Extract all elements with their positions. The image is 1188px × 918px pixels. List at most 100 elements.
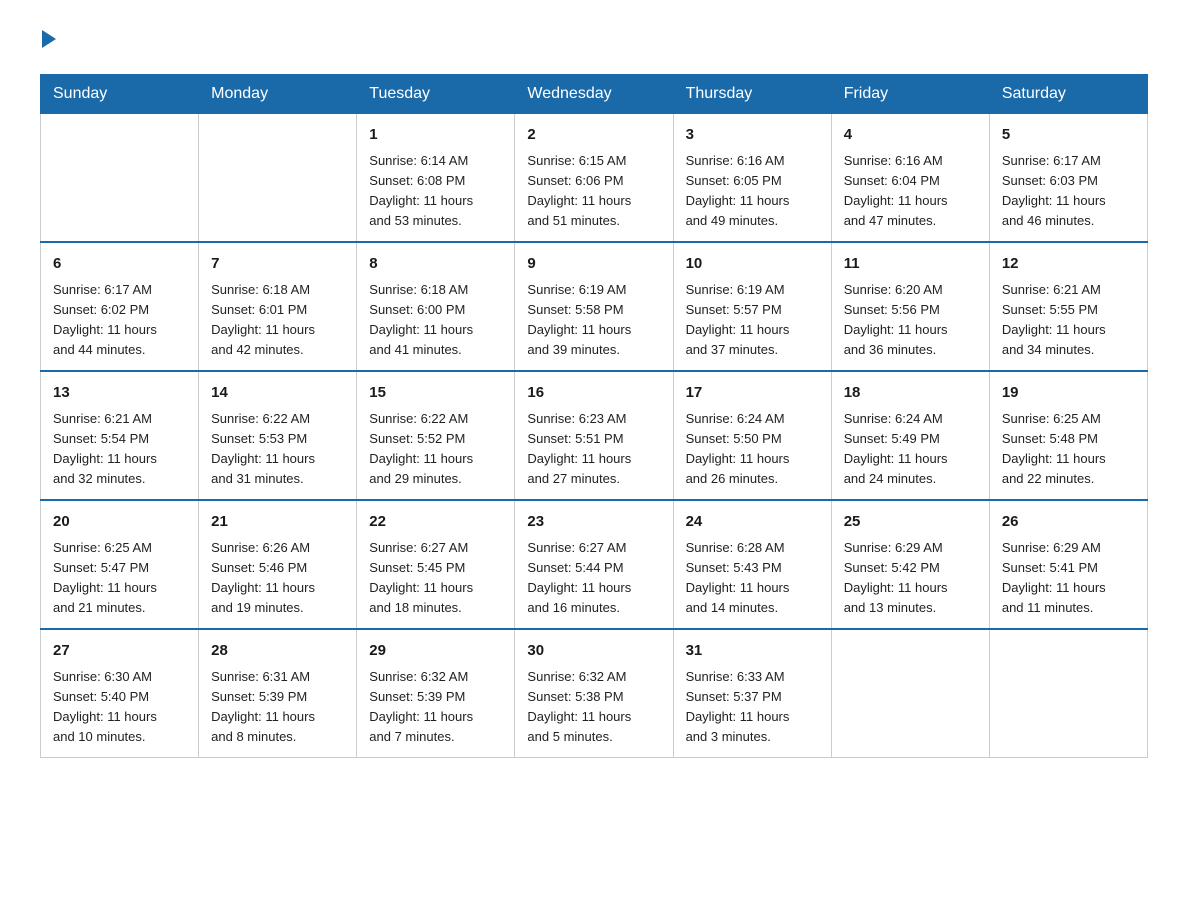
page-header — [40, 30, 1148, 54]
day-info: Sunrise: 6:16 AMSunset: 6:04 PMDaylight:… — [844, 151, 977, 232]
day-info: Sunrise: 6:31 AMSunset: 5:39 PMDaylight:… — [211, 667, 344, 748]
day-info: Sunrise: 6:27 AMSunset: 5:44 PMDaylight:… — [527, 538, 660, 619]
calendar-cell: 5Sunrise: 6:17 AMSunset: 6:03 PMDaylight… — [989, 114, 1147, 243]
calendar-cell: 13 Sunrise: 6:21 AMSunset: 5:54 PMDayligh… — [41, 371, 199, 500]
day-number: 3 — [686, 124, 819, 147]
logo-text — [40, 30, 56, 54]
week-row-1: 1 Sunrise: 6:14 AMSunset: 6:08 PMDaylight… — [41, 114, 1148, 243]
day-info: Sunrise: 6:27 AMSunset: 5:45 PMDaylight:… — [369, 538, 502, 619]
calendar-cell: 29 Sunrise: 6:32 AMSunset: 5:39 PMDayligh… — [357, 629, 515, 758]
day-number: 30 — [527, 640, 660, 663]
day-number: 28 — [211, 640, 344, 663]
day-number: 5 — [1002, 124, 1135, 147]
calendar-cell: 28 Sunrise: 6:31 AMSunset: 5:39 PMDayligh… — [199, 629, 357, 758]
day-number: 13 — [53, 382, 186, 405]
weekday-header-tuesday: Tuesday — [357, 75, 515, 114]
calendar-cell: 12 Sunrise: 6:21 AMSunset: 5:55 PMDayligh… — [989, 242, 1147, 371]
day-number: 11 — [844, 253, 977, 276]
weekday-header-sunday: Sunday — [41, 75, 199, 114]
weekday-header-saturday: Saturday — [989, 75, 1147, 114]
calendar-cell — [989, 629, 1147, 758]
calendar-cell: 22 Sunrise: 6:27 AMSunset: 5:45 PMDayligh… — [357, 500, 515, 629]
day-number: 6 — [53, 253, 186, 276]
calendar-cell: 19 Sunrise: 6:25 AMSunset: 5:48 PMDayligh… — [989, 371, 1147, 500]
day-info: Sunrise: 6:24 AMSunset: 5:49 PMDaylight:… — [844, 409, 977, 490]
calendar-cell: 24Sunrise: 6:28 AMSunset: 5:43 PMDayligh… — [673, 500, 831, 629]
weekday-header-thursday: Thursday — [673, 75, 831, 114]
calendar-cell: 17Sunrise: 6:24 AMSunset: 5:50 PMDayligh… — [673, 371, 831, 500]
logo-triangle-icon — [42, 30, 56, 48]
calendar-cell: 6 Sunrise: 6:17 AMSunset: 6:02 PMDaylight… — [41, 242, 199, 371]
week-row-2: 6 Sunrise: 6:17 AMSunset: 6:02 PMDaylight… — [41, 242, 1148, 371]
day-info: Sunrise: 6:14 AMSunset: 6:08 PMDaylight:… — [369, 151, 502, 232]
day-info: Sunrise: 6:16 AMSunset: 6:05 PMDaylight:… — [686, 151, 819, 232]
calendar-cell: 30 Sunrise: 6:32 AMSunset: 5:38 PMDayligh… — [515, 629, 673, 758]
day-info: Sunrise: 6:19 AMSunset: 5:58 PMDaylight:… — [527, 280, 660, 361]
day-info: Sunrise: 6:25 AMSunset: 5:47 PMDaylight:… — [53, 538, 186, 619]
calendar-cell: 16 Sunrise: 6:23 AMSunset: 5:51 PMDayligh… — [515, 371, 673, 500]
day-info: Sunrise: 6:18 AMSunset: 6:01 PMDaylight:… — [211, 280, 344, 361]
day-number: 21 — [211, 511, 344, 534]
day-number: 4 — [844, 124, 977, 147]
day-number: 18 — [844, 382, 977, 405]
day-number: 29 — [369, 640, 502, 663]
week-row-3: 13 Sunrise: 6:21 AMSunset: 5:54 PMDayligh… — [41, 371, 1148, 500]
day-number: 14 — [211, 382, 344, 405]
weekday-header-row: SundayMondayTuesdayWednesdayThursdayFrid… — [41, 75, 1148, 114]
day-number: 8 — [369, 253, 502, 276]
day-info: Sunrise: 6:22 AMSunset: 5:52 PMDaylight:… — [369, 409, 502, 490]
calendar-cell: 7 Sunrise: 6:18 AMSunset: 6:01 PMDaylight… — [199, 242, 357, 371]
calendar-cell: 3 Sunrise: 6:16 AMSunset: 6:05 PMDaylight… — [673, 114, 831, 243]
calendar-cell: 2 Sunrise: 6:15 AMSunset: 6:06 PMDaylight… — [515, 114, 673, 243]
day-info: Sunrise: 6:32 AMSunset: 5:38 PMDaylight:… — [527, 667, 660, 748]
calendar-table: SundayMondayTuesdayWednesdayThursdayFrid… — [40, 74, 1148, 758]
calendar-cell: 14Sunrise: 6:22 AMSunset: 5:53 PMDayligh… — [199, 371, 357, 500]
calendar-cell: 21 Sunrise: 6:26 AMSunset: 5:46 PMDayligh… — [199, 500, 357, 629]
weekday-header-friday: Friday — [831, 75, 989, 114]
day-info: Sunrise: 6:30 AMSunset: 5:40 PMDaylight:… — [53, 667, 186, 748]
calendar-cell — [199, 114, 357, 243]
day-number: 12 — [1002, 253, 1135, 276]
calendar-cell: 1 Sunrise: 6:14 AMSunset: 6:08 PMDaylight… — [357, 114, 515, 243]
day-number: 2 — [527, 124, 660, 147]
calendar-cell — [831, 629, 989, 758]
calendar-cell — [41, 114, 199, 243]
day-number: 23 — [527, 511, 660, 534]
day-info: Sunrise: 6:26 AMSunset: 5:46 PMDaylight:… — [211, 538, 344, 619]
day-info: Sunrise: 6:21 AMSunset: 5:54 PMDaylight:… — [53, 409, 186, 490]
week-row-4: 20 Sunrise: 6:25 AMSunset: 5:47 PMDayligh… — [41, 500, 1148, 629]
day-number: 20 — [53, 511, 186, 534]
calendar-cell: 9 Sunrise: 6:19 AMSunset: 5:58 PMDaylight… — [515, 242, 673, 371]
day-info: Sunrise: 6:20 AMSunset: 5:56 PMDaylight:… — [844, 280, 977, 361]
day-number: 16 — [527, 382, 660, 405]
day-number: 22 — [369, 511, 502, 534]
day-info: Sunrise: 6:29 AMSunset: 5:42 PMDaylight:… — [844, 538, 977, 619]
calendar-cell: 18 Sunrise: 6:24 AMSunset: 5:49 PMDayligh… — [831, 371, 989, 500]
day-number: 17 — [686, 382, 819, 405]
calendar-cell: 4 Sunrise: 6:16 AMSunset: 6:04 PMDaylight… — [831, 114, 989, 243]
calendar-cell: 8 Sunrise: 6:18 AMSunset: 6:00 PMDaylight… — [357, 242, 515, 371]
day-info: Sunrise: 6:17 AMSunset: 6:02 PMDaylight:… — [53, 280, 186, 361]
calendar-cell: 23 Sunrise: 6:27 AMSunset: 5:44 PMDayligh… — [515, 500, 673, 629]
day-info: Sunrise: 6:25 AMSunset: 5:48 PMDaylight:… — [1002, 409, 1135, 490]
day-number: 9 — [527, 253, 660, 276]
calendar-cell: 25Sunrise: 6:29 AMSunset: 5:42 PMDayligh… — [831, 500, 989, 629]
calendar-cell: 31Sunrise: 6:33 AMSunset: 5:37 PMDayligh… — [673, 629, 831, 758]
day-info: Sunrise: 6:32 AMSunset: 5:39 PMDaylight:… — [369, 667, 502, 748]
day-info: Sunrise: 6:23 AMSunset: 5:51 PMDaylight:… — [527, 409, 660, 490]
day-info: Sunrise: 6:15 AMSunset: 6:06 PMDaylight:… — [527, 151, 660, 232]
week-row-5: 27 Sunrise: 6:30 AMSunset: 5:40 PMDayligh… — [41, 629, 1148, 758]
day-info: Sunrise: 6:33 AMSunset: 5:37 PMDaylight:… — [686, 667, 819, 748]
day-info: Sunrise: 6:29 AMSunset: 5:41 PMDaylight:… — [1002, 538, 1135, 619]
day-number: 10 — [686, 253, 819, 276]
calendar-cell: 10Sunrise: 6:19 AMSunset: 5:57 PMDayligh… — [673, 242, 831, 371]
logo — [40, 30, 56, 54]
day-number: 7 — [211, 253, 344, 276]
day-number: 27 — [53, 640, 186, 663]
calendar-cell: 15Sunrise: 6:22 AMSunset: 5:52 PMDayligh… — [357, 371, 515, 500]
day-number: 26 — [1002, 511, 1135, 534]
day-info: Sunrise: 6:21 AMSunset: 5:55 PMDaylight:… — [1002, 280, 1135, 361]
day-info: Sunrise: 6:18 AMSunset: 6:00 PMDaylight:… — [369, 280, 502, 361]
day-number: 19 — [1002, 382, 1135, 405]
day-number: 1 — [369, 124, 502, 147]
